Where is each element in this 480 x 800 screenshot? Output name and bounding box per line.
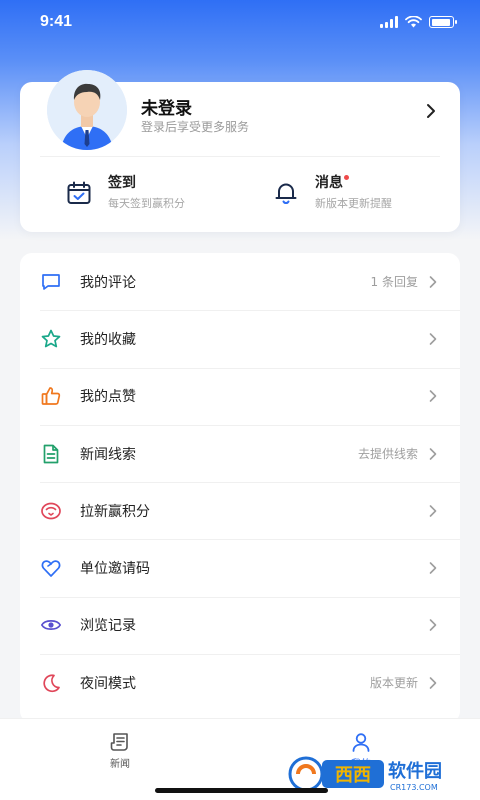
checkin-button[interactable]: 签到 每天签到赢积分 (66, 174, 185, 211)
status-icons (380, 16, 457, 28)
bell-icon (275, 183, 297, 204)
wifi-icon (405, 16, 422, 28)
messages-button[interactable]: 消息 新版本更新提醒 (273, 174, 392, 211)
menu-label: 我的评论 (80, 274, 136, 291)
chevron-right-icon (429, 562, 437, 574)
chevron-right-icon (429, 333, 437, 345)
menu-label: 单位邀请码 (80, 561, 150, 578)
divider (40, 156, 440, 157)
menu-item-invite-code[interactable]: 单位邀请码 (20, 539, 460, 596)
menu-item-favorites[interactable]: 我的收藏 (20, 310, 460, 367)
calendar-check-icon (67, 181, 91, 204)
profile-subtitle: 登录后享受更多服务 (141, 120, 250, 134)
watermark-sub: CR173.COM (390, 783, 438, 792)
unread-badge (344, 175, 349, 180)
menu-label: 拉新赢积分 (80, 503, 150, 520)
comment-icon (42, 273, 60, 290)
checkin-subtitle: 每天签到赢积分 (108, 197, 185, 210)
status-bar: 9:41 (0, 0, 480, 44)
chevron-right-icon (429, 619, 437, 632)
heart-icon (41, 560, 61, 577)
user-avatar-icon[interactable] (47, 70, 127, 150)
watermark-text-part: 软件园 (388, 760, 442, 782)
moon-icon (43, 674, 60, 692)
menu-item-history[interactable]: 浏览记录 (20, 596, 460, 654)
thumbs-up-icon (41, 387, 61, 406)
checkin-title: 签到 (108, 175, 136, 191)
status-time: 9:41 (40, 13, 73, 30)
chevron-right-icon (429, 447, 437, 460)
menu-list: 我的评论 1 条回复 我的收藏 我的点赞 新闻线索 去提供线索 拉新赢积分 单位… (20, 253, 460, 723)
eye-icon (40, 620, 62, 631)
menu-item-likes[interactable]: 我的点赞 (20, 367, 460, 425)
profile-name: 未登录 (141, 99, 192, 119)
chevron-right-icon (429, 275, 437, 288)
home-indicator (155, 788, 328, 793)
menu-item-referral-points[interactable]: 拉新赢积分 (20, 482, 460, 539)
messages-subtitle: 新版本更新提醒 (315, 197, 392, 210)
messages-title: 消息 (315, 175, 343, 191)
menu-item-night-mode[interactable]: 夜间模式 版本更新 (20, 654, 460, 711)
user-icon (352, 733, 370, 752)
chevron-right-icon (429, 676, 437, 689)
profile-card[interactable]: 未登录 登录后享受更多服务 签到 每天签到赢积分 消息 新版本更新提醒 (20, 70, 460, 232)
menu-label: 我的收藏 (80, 331, 136, 348)
document-icon (43, 444, 59, 463)
news-icon (110, 733, 128, 751)
tab-news[interactable]: 新闻 (90, 731, 150, 770)
menu-extra: 1 条回复 (370, 275, 418, 290)
tab-label: 新闻 (110, 759, 130, 770)
wifi-badge-icon (41, 502, 61, 520)
menu-label: 新闻线索 (80, 446, 136, 463)
watermark-text-part: 西西 (335, 765, 371, 786)
chevron-right-icon (429, 390, 437, 403)
battery-fill (431, 18, 450, 26)
star-icon (41, 329, 61, 348)
menu-item-news-tips[interactable]: 新闻线索 去提供线索 (20, 424, 460, 482)
menu-label: 浏览记录 (80, 618, 136, 635)
menu-item-comments[interactable]: 我的评论 1 条回复 (20, 253, 460, 310)
menu-label: 我的点赞 (80, 389, 136, 406)
menu-extra: 版本更新 (369, 676, 418, 691)
menu-extra: 去提供线索 (357, 447, 418, 462)
battery-icon (429, 16, 457, 28)
chevron-right-icon (429, 505, 437, 517)
signal-icon (380, 16, 398, 28)
chevron-right-icon[interactable] (424, 102, 438, 120)
menu-label: 夜间模式 (80, 675, 136, 692)
